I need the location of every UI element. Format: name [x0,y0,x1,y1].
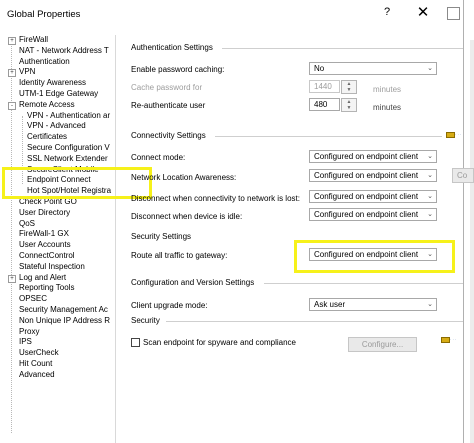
reauth-unit: minutes [373,103,402,112]
section-separator [215,136,442,137]
nla-configure-button[interactable]: Co [452,168,474,183]
route-traffic-label: Route all traffic to gateway: [131,251,228,260]
window-title: Global Properties [7,9,81,20]
note-icon-caption: · · · [455,132,462,137]
tree-item-hit-count[interactable]: Hit Count [19,359,52,370]
note-icon [446,132,455,138]
dropdown-arrow-icon: ⌄ [427,65,433,72]
enable-caching-label: Enable password caching: [131,65,225,74]
security2-section-title: Security [131,316,160,325]
configure-button[interactable]: Configure... [348,337,417,352]
settings-tree: + FireWall NAT - Network Address T Authe… [8,35,113,443]
cache-password-input[interactable]: 1440 [309,80,340,93]
upgrade-mode-select[interactable]: Ask user ⌄ [309,298,437,311]
tree-item-advanced[interactable]: Advanced [19,370,55,381]
tree-item-proxy[interactable]: Proxy [19,327,39,338]
collapse-icon[interactable]: - [8,101,16,110]
disconnect-lost-select[interactable]: Configured on endpoint client ⌄ [309,190,437,203]
cache-password-label: Cache password for [131,83,203,92]
reauth-label: Re-authenticate user [131,101,206,110]
dropdown-arrow-icon: ⌄ [427,211,433,218]
reauth-spin-icon[interactable]: ▲ ▼ [341,98,357,112]
scan-endpoint-checkbox[interactable] [131,338,140,347]
window-edge [463,0,464,443]
tree-item-qos[interactable]: QoS [19,219,35,230]
connect-mode-select[interactable]: Configured on endpoint client ⌄ [309,150,437,163]
dropdown-arrow-icon: ⌄ [427,301,433,308]
tree-item-ips[interactable]: IPS [19,337,32,348]
nla-label: Network Location Awareness: [131,173,237,182]
tree-item-ssl-network-extender[interactable]: SSL Network Extender [27,154,108,165]
tree-item-nat[interactable]: NAT - Network Address T [19,46,109,57]
enable-caching-select[interactable]: No ⌄ [309,62,437,75]
tree-item-authentication[interactable]: Authentication [19,57,70,68]
section-separator [264,283,463,284]
disconnect-idle-select[interactable]: Configured on endpoint client ⌄ [309,208,437,221]
tree-item-vpn-advanced[interactable]: VPN - Advanced [27,121,86,132]
note-icon-caption: · · · [450,337,457,342]
disconnect-lost-label: Disconnect when connectivity to network … [131,194,300,203]
tree-item-security-management[interactable]: Security Management Ac [19,305,108,316]
dropdown-arrow-icon: ⌄ [427,193,433,200]
tree-guide-line [11,40,12,433]
tree-item-user-accounts[interactable]: User Accounts [19,240,71,251]
title-bar: Global Properties ? ✕ [0,0,474,28]
tree-item-vpn-auth[interactable]: VPN - Authentication ar [27,111,110,122]
config-version-section-title: Configuration and Version Settings [131,278,255,287]
tree-item-firewall-gx[interactable]: FireWall-1 GX [19,229,69,240]
cache-password-unit: minutes [373,85,402,94]
expand-icon[interactable]: + [8,37,16,45]
close-icon[interactable]: ✕ [412,3,434,23]
upgrade-mode-label: Client upgrade mode: [131,301,208,310]
highlight-box-route-traffic [294,240,455,273]
connectivity-section-title: Connectivity Settings [131,131,206,140]
tree-item-opsec[interactable]: OPSEC [19,294,47,305]
restore-button[interactable] [447,7,460,20]
nla-select[interactable]: Configured on endpoint client ⌄ [309,169,437,182]
tree-item-identity-awareness[interactable]: Identity Awareness [19,78,86,89]
section-separator [222,48,463,49]
security-section-title: Security Settings [131,232,192,241]
tree-item-stateful-inspection[interactable]: Stateful Inspection [19,262,85,273]
tree-item-user-directory[interactable]: User Directory [19,208,70,219]
expand-icon[interactable]: + [8,69,16,78]
dropdown-arrow-icon: ⌄ [427,153,433,160]
background-window-edge [470,40,474,443]
note-icon [441,337,450,343]
tree-item-reporting-tools[interactable]: Reporting Tools [19,283,74,294]
highlight-box-endpoint-connect [2,167,152,199]
tree-item-usercheck[interactable]: UserCheck [19,348,59,359]
cache-password-spin-icon[interactable]: ▲ ▼ [341,80,357,94]
tree-item-utm-edge[interactable]: UTM-1 Edge Gateway [19,89,98,100]
dropdown-arrow-icon: ⌄ [427,172,433,179]
disconnect-idle-label: Disconnect when device is idle: [131,212,243,221]
tree-item-secure-configuration[interactable]: Secure Configuration V [27,143,110,154]
tree-item-non-unique-ip[interactable]: Non Unique IP Address R [19,316,110,327]
help-icon[interactable]: ? [384,6,390,18]
expand-icon[interactable]: + [8,274,16,283]
section-separator [166,321,463,322]
scan-endpoint-label: Scan endpoint for spyware and compliance [143,338,296,347]
reauth-input[interactable]: 480 [309,98,340,111]
tree-item-connectcontrol[interactable]: ConnectControl [19,251,75,262]
auth-section-title: Authentication Settings [131,43,213,52]
tree-item-certificates[interactable]: Certificates [27,132,67,143]
tree-divider [115,35,116,443]
connect-mode-label: Connect mode: [131,153,186,162]
